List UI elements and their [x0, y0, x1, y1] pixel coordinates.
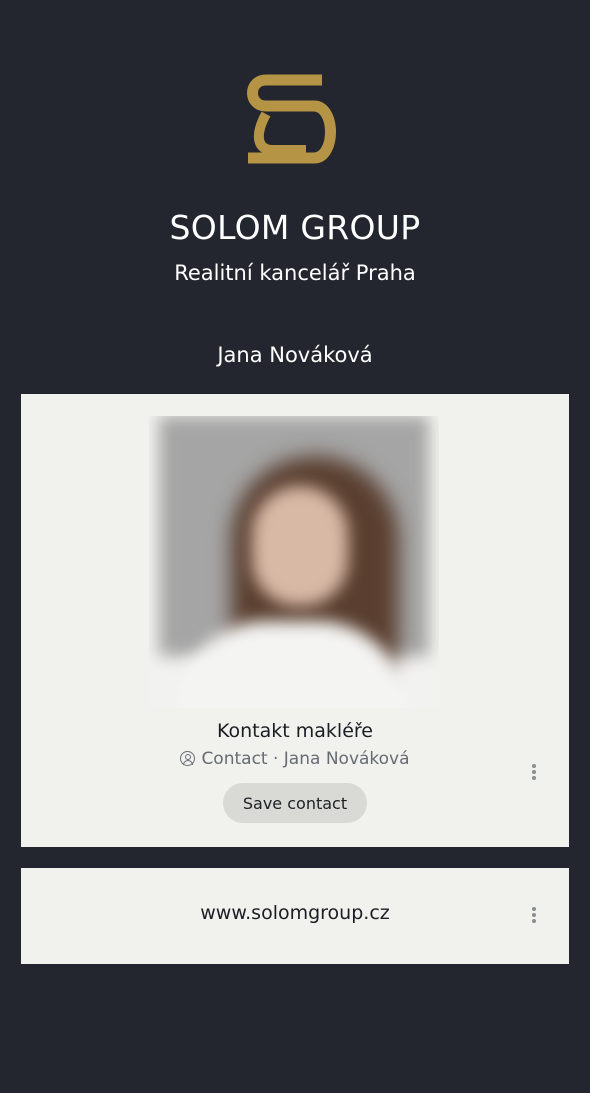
contact-card: Kontakt makléře Contact · Jana Nováková … — [21, 394, 569, 847]
sg-monogram-icon — [247, 74, 336, 164]
contact-type-label: Contact — [201, 749, 268, 769]
more-vert-icon[interactable] — [527, 903, 541, 927]
more-vert-icon[interactable] — [527, 760, 541, 784]
contact-card-title: Kontakt makléře — [217, 720, 373, 742]
contact-card-meta: Contact · Jana Nováková — [21, 749, 569, 769]
person-circle-icon — [180, 751, 196, 766]
profile-photo — [149, 416, 439, 708]
agent-name: Jana Nováková — [217, 343, 373, 367]
save-contact-button[interactable]: Save contact — [223, 783, 367, 823]
contact-meta-separator: · — [267, 749, 284, 769]
website-link-card[interactable]: www.solomgroup.cz — [21, 868, 569, 964]
brand-title: SOLOM GROUP — [169, 208, 421, 247]
brand-subtitle: Realitní kancelář Praha — [174, 261, 416, 285]
website-link[interactable]: www.solomgroup.cz — [21, 902, 569, 924]
contact-person-name: Jana Nováková — [283, 749, 410, 769]
